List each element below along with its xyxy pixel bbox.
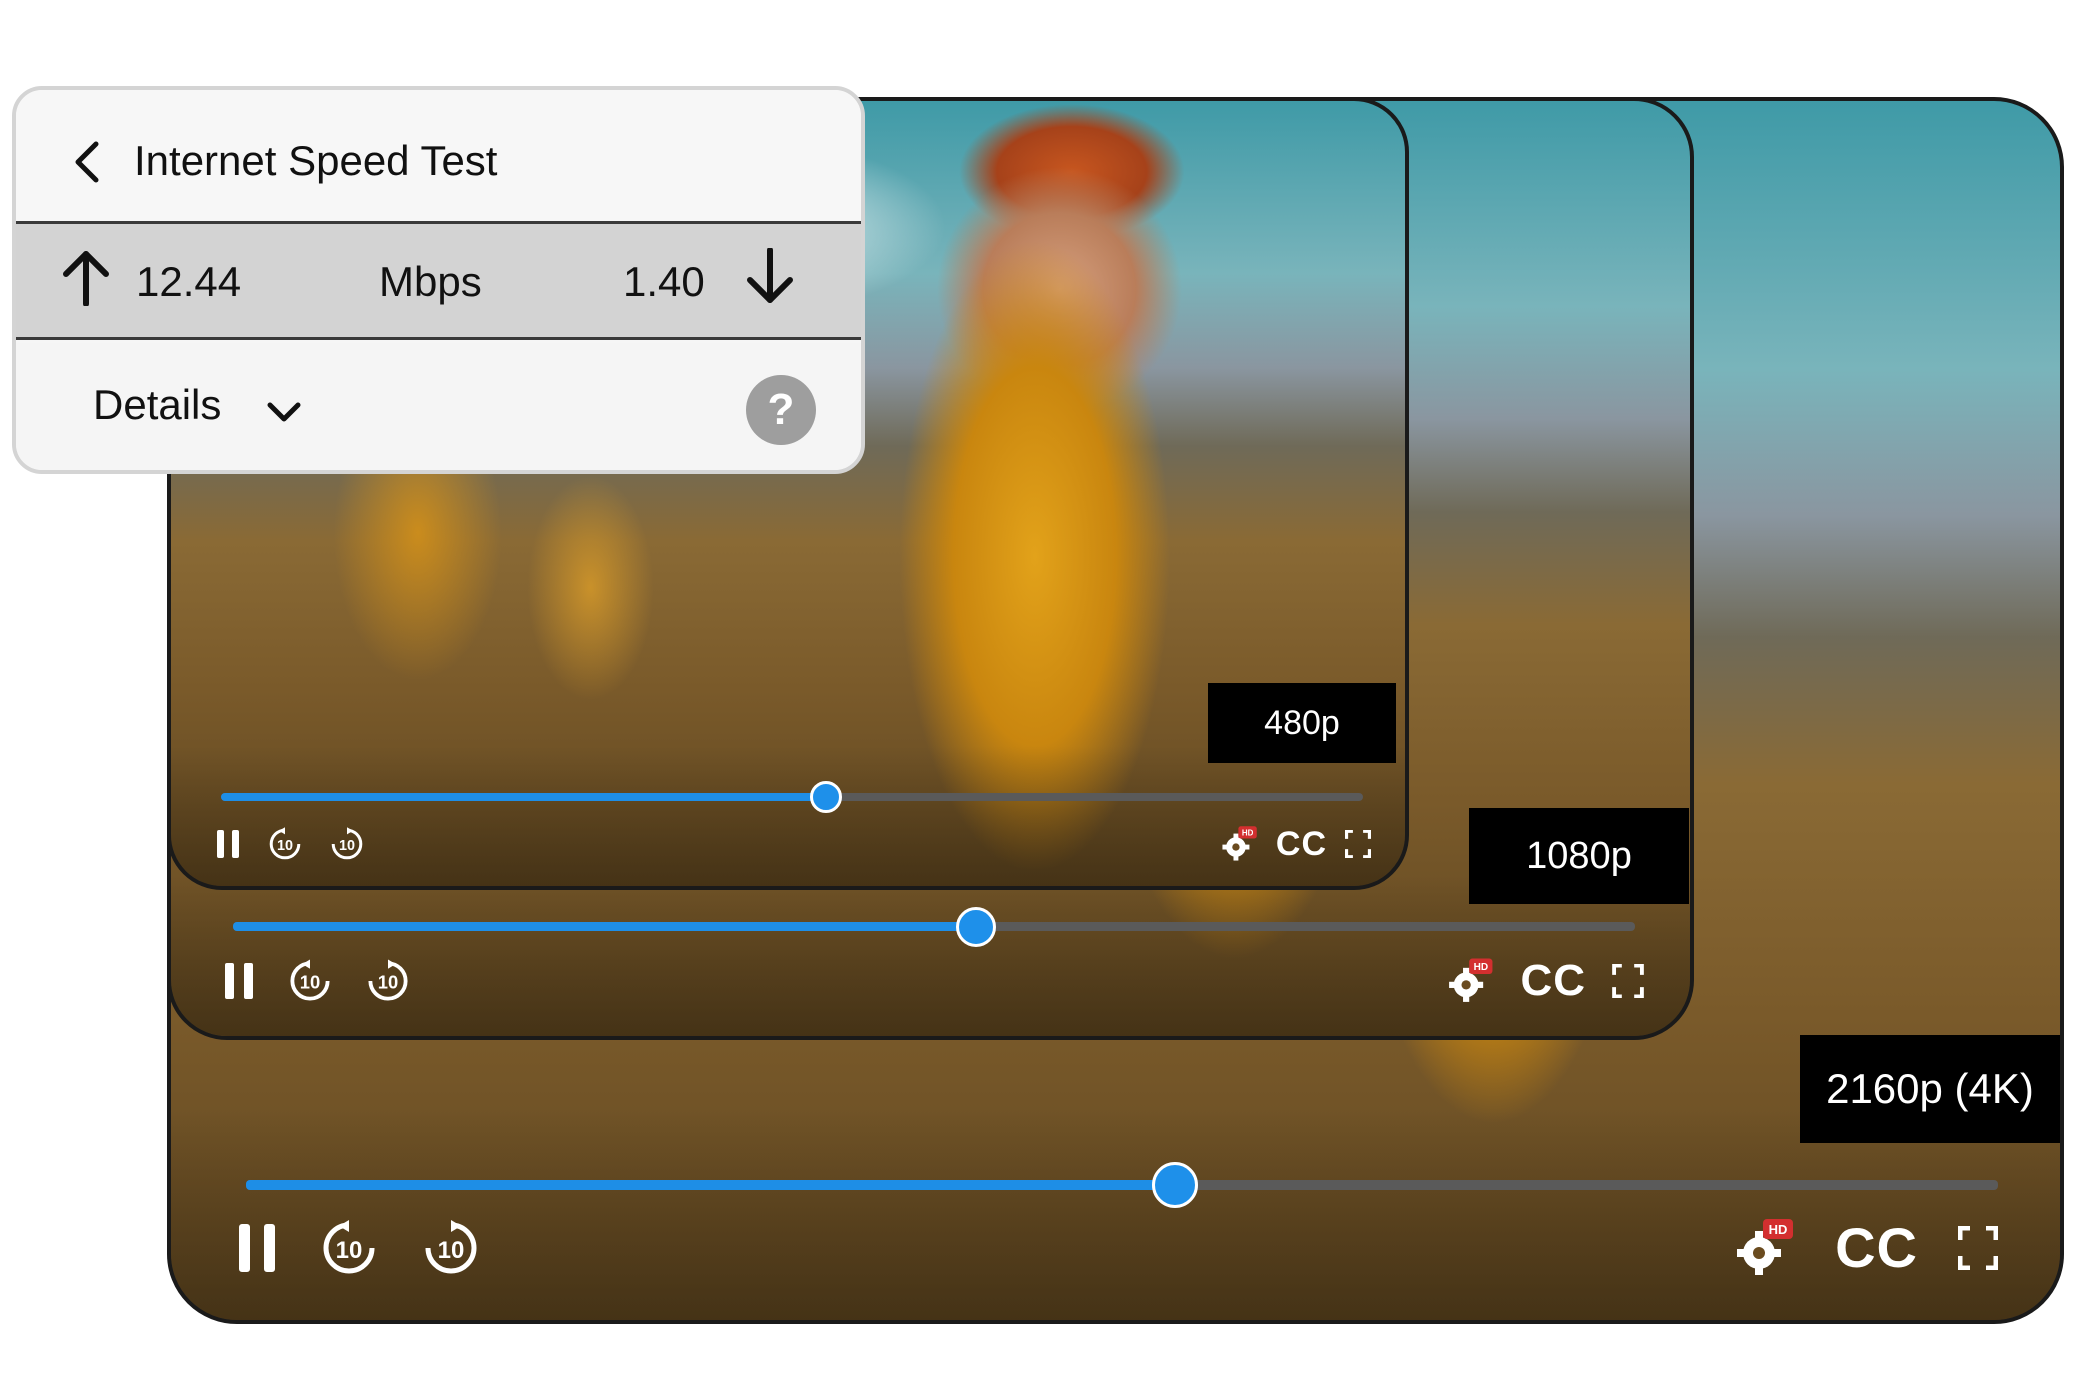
svg-text:10: 10 (378, 972, 398, 993)
pause-icon[interactable] (237, 1222, 277, 1274)
seek-handle[interactable] (1151, 1162, 1198, 1208)
speed-unit: Mbps (379, 258, 482, 305)
seek-bar[interactable] (246, 1162, 1998, 1208)
player-controls: 10 10 HD CC (171, 746, 1405, 886)
seek-handle[interactable] (956, 906, 997, 947)
forward-10-icon[interactable]: 10 (421, 1218, 481, 1278)
captions-button[interactable]: CC (1520, 959, 1586, 1003)
resolution-badge-4k: 2160p (4K) (1800, 1035, 2060, 1143)
seek-progress (221, 793, 827, 801)
player-controls: 10 10 HD CC (171, 876, 1690, 1036)
fullscreen-icon[interactable] (1958, 1226, 1998, 1270)
svg-text:10: 10 (277, 838, 293, 854)
seek-handle[interactable] (810, 781, 843, 813)
seek-progress (233, 922, 977, 931)
forward-10-icon[interactable]: 10 (365, 958, 411, 1004)
player-controls: 10 10 HD CC (171, 1110, 2060, 1320)
chevron-down-icon[interactable] (266, 401, 302, 425)
help-button[interactable]: ? (746, 375, 816, 445)
speed-stats-row: 12.44 Mbps 1.40 (16, 224, 861, 340)
speed-test-header: Internet Speed Test (16, 90, 861, 224)
rewind-10-icon[interactable]: 10 (319, 1218, 379, 1278)
seek-progress (246, 1180, 1175, 1190)
download-speed-value: 1.40 (623, 258, 705, 305)
speed-test-panel: Internet Speed Test 12.44 Mbps 1.40 Deta… (12, 86, 865, 474)
download-arrow-icon (744, 248, 796, 306)
resolution-badge-1080p: 1080p (1469, 808, 1689, 904)
rewind-10-icon[interactable]: 10 (287, 958, 333, 1004)
fullscreen-icon[interactable] (1345, 830, 1371, 858)
svg-text:10: 10 (336, 1237, 363, 1264)
details-toggle[interactable]: Details (93, 381, 221, 429)
svg-text:HD: HD (1474, 962, 1489, 973)
speed-test-title: Internet Speed Test (134, 137, 498, 184)
details-row[interactable]: Details ? (16, 343, 861, 470)
rewind-10-icon[interactable]: 10 (267, 826, 303, 862)
seek-bar[interactable] (233, 906, 1635, 947)
resolution-badge-480p: 480p (1208, 683, 1396, 763)
settings-hd-icon[interactable]: HD (1220, 825, 1258, 863)
back-chevron-icon[interactable] (70, 140, 104, 184)
upload-arrow-icon (60, 248, 112, 306)
fullscreen-icon[interactable] (1612, 964, 1644, 998)
svg-text:10: 10 (339, 838, 355, 854)
captions-button[interactable]: CC (1835, 1220, 1918, 1276)
svg-text:10: 10 (300, 972, 320, 993)
forward-10-icon[interactable]: 10 (329, 826, 365, 862)
pause-icon[interactable] (223, 961, 255, 1001)
settings-hd-icon[interactable]: HD (1446, 957, 1494, 1005)
captions-button[interactable]: CC (1276, 827, 1327, 861)
seek-bar[interactable] (221, 781, 1363, 813)
svg-text:10: 10 (438, 1237, 465, 1264)
settings-hd-icon[interactable]: HD (1733, 1217, 1795, 1279)
svg-text:HD: HD (1769, 1222, 1788, 1237)
pause-icon[interactable] (215, 828, 241, 860)
svg-text:HD: HD (1242, 828, 1254, 837)
upload-speed-value: 12.44 (136, 258, 242, 305)
